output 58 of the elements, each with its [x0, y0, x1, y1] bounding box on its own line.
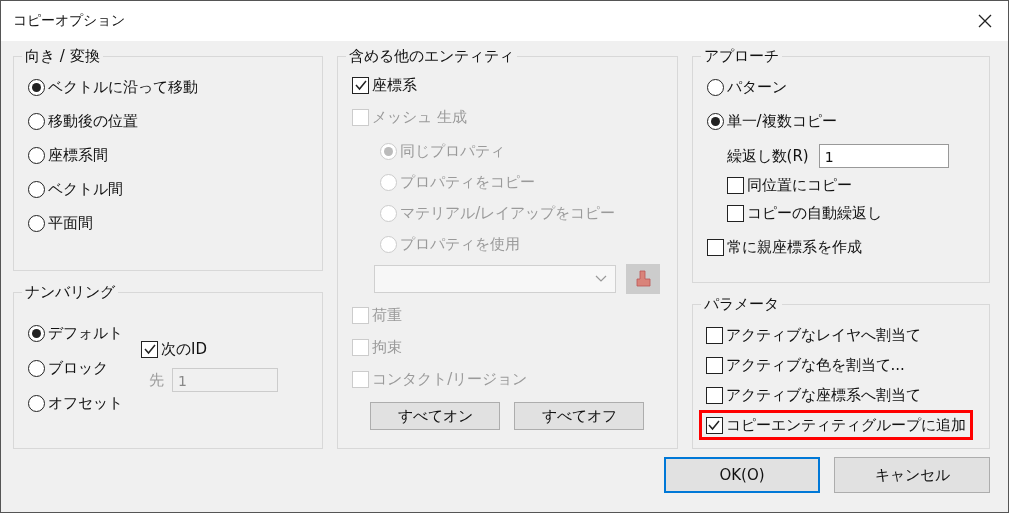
checkbox[interactable]: 常に親座標系を作成 [706, 236, 979, 258]
checkbox[interactable]: 座標系 [352, 74, 667, 96]
checkbox-indicator[interactable] [705, 326, 723, 344]
checkbox[interactable]: アクティブな色を割当て... [698, 350, 912, 380]
group-title: アプローチ [703, 47, 779, 65]
radio-button[interactable]: 移動後の位置 [28, 110, 313, 132]
checkbox-indicator[interactable] [352, 76, 370, 94]
group-title: 向き / 変換 [25, 47, 100, 65]
radio-indicator[interactable] [28, 324, 45, 342]
checkbox[interactable]: アクティブな座標系へ割当て [698, 380, 928, 410]
group-title: ナンバリング [25, 283, 115, 301]
ok-button[interactable]: OK(O) [664, 457, 820, 493]
material-button[interactable] [626, 264, 661, 294]
radio-indicator[interactable] [28, 78, 45, 96]
radio-button[interactable]: 単一/複数コピー [706, 110, 979, 132]
check-icon [707, 418, 722, 432]
radio-indicator[interactable] [706, 78, 724, 96]
checkbox[interactable]: 同位置にコピー [706, 174, 979, 196]
radio-indicator[interactable] [28, 180, 45, 198]
close-icon[interactable] [978, 14, 992, 28]
radio-indicator[interactable] [28, 112, 45, 130]
radio-button[interactable]: オフセット [28, 392, 123, 414]
caret-icon [595, 275, 608, 283]
cancel-button[interactable]: キャンセル [834, 457, 990, 493]
checkbox-indicator[interactable] [705, 386, 723, 404]
checkbox-indicator[interactable] [726, 204, 744, 222]
toggle-all-button[interactable]: すべてオン [370, 402, 501, 430]
radio-button[interactable]: ブロック [28, 357, 123, 379]
group-title: パラメータ [703, 295, 779, 313]
radio-indicator[interactable] [28, 146, 45, 164]
group-title: 含める他のエンティティ [349, 47, 515, 65]
radio-button[interactable]: ベクトル間 [28, 178, 313, 200]
checkbox-indicator[interactable] [726, 176, 744, 194]
check-icon [142, 342, 157, 356]
checkbox-indicator[interactable] [706, 238, 724, 256]
checkbox[interactable]: コピーの自動繰返し [706, 202, 979, 224]
toggle-all-button[interactable]: すべてオフ [514, 402, 645, 430]
radio-button[interactable]: 座標系間 [28, 144, 313, 166]
checkbox-indicator[interactable] [705, 416, 723, 434]
radio-button[interactable]: 平面間 [28, 212, 313, 234]
checkbox[interactable]: コピーエンティティグループに追加 [698, 410, 973, 440]
radio-button[interactable]: デフォルト [28, 322, 123, 344]
field-label: 先 [149, 370, 164, 390]
window-title: コピーオプション [13, 12, 125, 30]
radio-button[interactable]: パターン [706, 76, 979, 98]
radio-button[interactable]: ベクトルに沿って移動 [28, 76, 313, 98]
block-icon [635, 270, 652, 288]
check-icon [353, 78, 368, 92]
radio-indicator[interactable] [28, 214, 45, 232]
radio-indicator[interactable] [28, 359, 45, 377]
checkbox[interactable]: アクティブなレイヤへ割当て [698, 320, 928, 350]
checkbox[interactable]: 次のID [141, 338, 278, 360]
input-field[interactable]: 1 [818, 144, 949, 168]
checkbox-indicator[interactable] [141, 340, 158, 358]
field-label: 繰返し数(R) [726, 146, 809, 166]
radio-indicator[interactable] [706, 112, 724, 130]
radio-indicator[interactable] [28, 394, 45, 412]
checkbox-indicator[interactable] [705, 356, 723, 374]
